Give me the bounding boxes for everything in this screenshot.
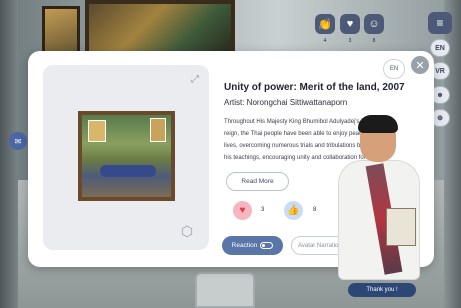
smile-count: 8	[372, 38, 376, 44]
expand-icon[interactable]: ⤢	[188, 72, 202, 86]
clap-icon: 👏	[318, 18, 332, 31]
artwork-inset-portrait-2	[150, 118, 166, 142]
artwork-title: Unity of power: Merit of the land, 2007	[224, 82, 405, 93]
reaction-toggle-button[interactable]: Reaction	[222, 236, 283, 255]
smile-icon: ☺	[368, 18, 380, 30]
left-pillar	[0, 0, 18, 308]
background-painting	[85, 0, 235, 58]
menu-icon: ≡	[436, 16, 444, 30]
clap-reaction-button[interactable]: 👏	[315, 14, 335, 34]
artwork-image	[78, 111, 175, 201]
thumbs-up-icon: 👍	[287, 205, 300, 216]
chat-button[interactable]: ✉	[9, 132, 27, 150]
language-button[interactable]: EN	[430, 39, 450, 57]
heart-reaction-button[interactable]: ♥	[340, 14, 360, 34]
artwork-inset-portrait	[88, 120, 106, 142]
heart-count: 3	[348, 38, 352, 44]
like-react-button[interactable]: 👍	[284, 201, 303, 220]
thank-you-button[interactable]: Thank you !	[348, 283, 416, 297]
heart-icon: ♥	[239, 205, 246, 216]
background-painting-small	[42, 6, 80, 54]
close-button[interactable]: ✕	[411, 56, 429, 74]
like-react-count: 8	[313, 207, 317, 213]
modal-language-badge[interactable]: EN	[383, 59, 405, 79]
menu-button[interactable]: ≡	[428, 12, 452, 34]
people-icon: ☻	[436, 91, 444, 99]
reaction-label: Reaction	[231, 242, 258, 249]
avatar-book	[386, 208, 416, 246]
guide-avatar	[320, 112, 438, 302]
clap-count: 4	[323, 38, 327, 44]
artwork-artist: Artist: Norongchai Sittiwattanaporn	[224, 98, 348, 107]
read-more-button[interactable]: Read More	[226, 172, 289, 191]
heart-react-button[interactable]: ♥	[233, 201, 252, 220]
avatar-hair	[358, 115, 398, 133]
close-icon: ✕	[415, 59, 425, 72]
toggle-icon	[260, 242, 274, 249]
smile-reaction-button[interactable]: ☺	[364, 14, 384, 34]
artwork-figure	[100, 165, 156, 177]
heart-react-count: 3	[261, 207, 265, 213]
chat-icon: ✉	[14, 136, 22, 146]
artwork-viewer[interactable]: ⤢ ⬡	[43, 65, 209, 250]
3d-view-icon[interactable]: ⬡	[176, 221, 198, 241]
heart-icon: ♥	[346, 18, 354, 30]
exhibit-stand	[195, 272, 255, 308]
